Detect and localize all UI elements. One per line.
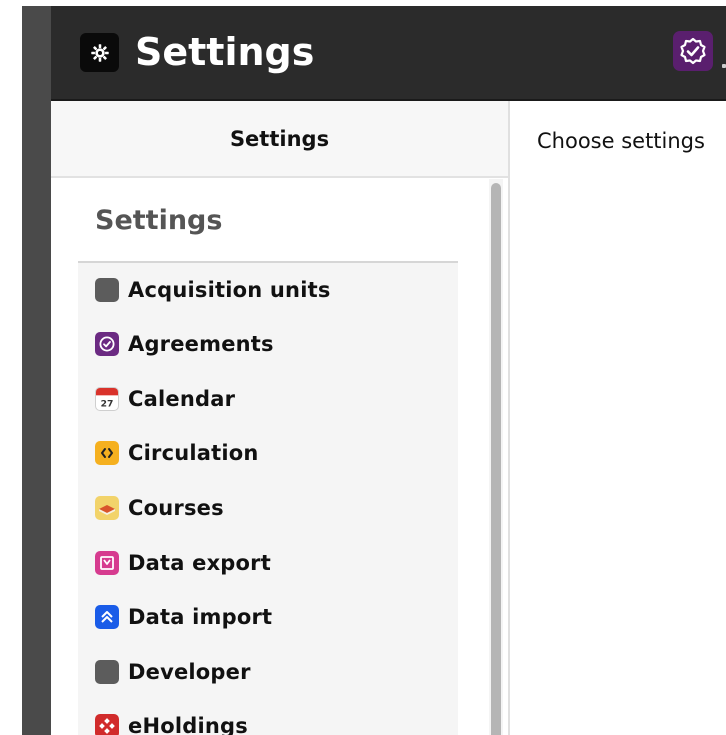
nav-scrollbar-thumb[interactable] <box>491 183 501 735</box>
calendar-day-text: 27 <box>101 398 114 409</box>
settings-page: Settings Settings Settings Acquisition u… <box>0 0 726 735</box>
choose-settings-message: Choose settings <box>537 129 705 153</box>
nav-item-eholdings[interactable]: eHoldings <box>78 706 458 735</box>
gear-icon[interactable] <box>80 33 119 72</box>
nav-item-developer[interactable]: Developer <box>78 652 458 692</box>
calendar-icon-glyph: 27 <box>96 388 118 409</box>
nav-item-label: eHoldings <box>128 714 248 735</box>
app-header: Settings <box>51 6 726 101</box>
nav-item-label: Circulation <box>128 441 259 465</box>
nav-item-data-import[interactable]: Data import <box>78 597 458 637</box>
nav-section-heading: Settings <box>95 205 223 236</box>
acquisition-units-icon <box>95 278 119 302</box>
eholdings-icon-glyph <box>99 718 115 734</box>
nav-item-data-export[interactable]: Data export <box>78 543 458 583</box>
nav-item-courses[interactable]: Courses <box>78 488 458 528</box>
nav-item-acquisition-units[interactable]: Acquisition units <box>78 270 458 310</box>
nav-item-label: Calendar <box>128 387 236 411</box>
settings-content-pane: Choose settings <box>510 101 726 735</box>
circulation-icon-glyph <box>101 448 113 458</box>
calendar-icon: 27 <box>95 387 119 411</box>
agreements-icon <box>95 332 119 356</box>
nav-item-label: Data import <box>128 605 273 629</box>
courses-icon <box>95 496 119 520</box>
data-export-icon <box>95 551 119 575</box>
gear-icon-glyph <box>90 43 109 62</box>
settings-nav-list: Acquisition units Agreements 27 Calendar… <box>78 263 458 735</box>
developer-icon <box>95 660 119 684</box>
nav-item-agreements[interactable]: Agreements <box>78 324 458 364</box>
header-overflow-dot <box>722 64 726 68</box>
circulation-icon <box>95 441 119 465</box>
nav-pane-header: Settings <box>51 101 508 178</box>
nav-item-label: Agreements <box>128 332 274 356</box>
eholdings-icon <box>95 714 119 735</box>
check-badge-icon <box>680 37 706 65</box>
agreements-app-icon[interactable] <box>673 31 713 71</box>
settings-nav-pane: Settings Settings Acquisition units Agre… <box>51 101 510 735</box>
agreements-icon-glyph <box>99 336 115 352</box>
nav-item-label: Data export <box>128 551 271 575</box>
courses-icon-glyph <box>99 505 115 515</box>
data-export-icon-glyph <box>100 556 114 570</box>
nav-item-label: Developer <box>128 660 251 684</box>
left-strip <box>22 6 51 735</box>
page-title: Settings <box>135 30 315 74</box>
left-margin <box>0 0 22 735</box>
nav-item-circulation[interactable]: Circulation <box>78 433 458 473</box>
nav-item-label: Courses <box>128 496 224 520</box>
data-import-icon <box>95 605 119 629</box>
nav-item-calendar[interactable]: 27 Calendar <box>78 379 458 419</box>
nav-item-label: Acquisition units <box>128 278 331 302</box>
data-import-icon-glyph <box>101 611 113 623</box>
